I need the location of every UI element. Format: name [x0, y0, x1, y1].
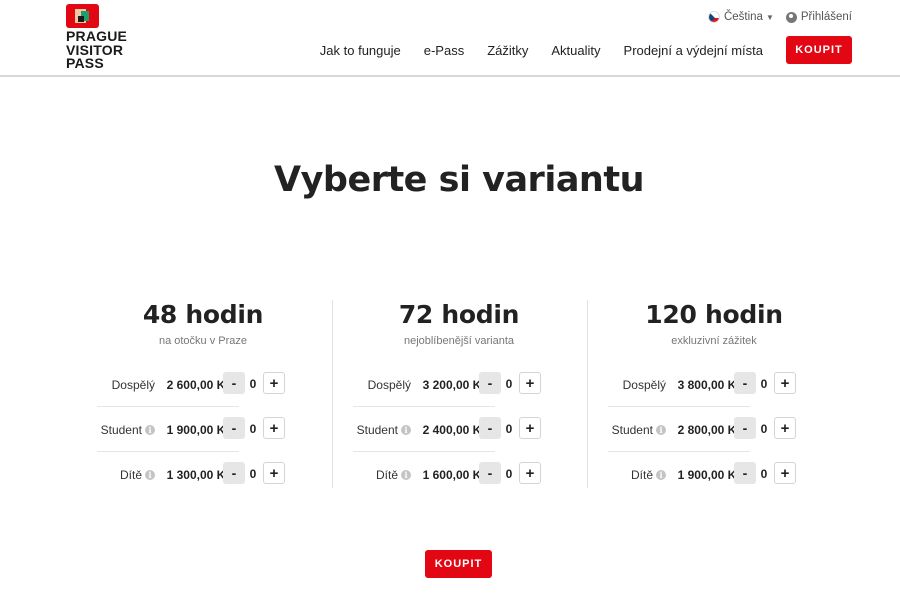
quantity-value: 0	[505, 377, 513, 391]
nav-item-sales-points[interactable]: Prodejní a výdejní místa	[624, 43, 763, 58]
buy-button[interactable]: KOUPIT	[425, 550, 492, 578]
logo-icon	[66, 4, 99, 28]
main-nav: Jak to funguje e-Pass Zážitky Aktuality …	[297, 36, 852, 64]
decrement-button[interactable]: -	[734, 372, 756, 394]
nav-item-epass[interactable]: e-Pass	[424, 43, 464, 58]
quantity-value: 0	[760, 422, 768, 436]
increment-button[interactable]: +	[774, 462, 796, 484]
variants-section: 48 hodin na otočku v Praze Dospělý 2 600…	[77, 300, 843, 488]
chevron-down-icon: ▼	[765, 12, 774, 22]
variant-subtitle: na otočku v Praze	[158, 335, 248, 347]
language-label: Čeština	[723, 11, 763, 23]
decrement-button[interactable]: -	[479, 372, 501, 394]
increment-button[interactable]: +	[519, 372, 541, 394]
increment-button[interactable]: +	[774, 417, 796, 439]
ticket-label: Dítě i	[631, 468, 666, 482]
decrement-button[interactable]: -	[734, 462, 756, 484]
quantity-value: 0	[249, 422, 257, 436]
info-icon[interactable]: i	[656, 470, 666, 480]
decrement-button[interactable]: -	[223, 462, 245, 484]
ticket-row-adult: Dospělý 3 800,00 Kč - 0 +	[588, 362, 818, 407]
ticket-label: Dospělý	[111, 378, 155, 392]
ticket-row-adult: Dospělý 2 600,00 Kč - 0 +	[77, 362, 307, 407]
increment-button[interactable]: +	[519, 462, 541, 484]
decrement-button[interactable]: -	[479, 417, 501, 439]
decrement-button[interactable]: -	[734, 417, 756, 439]
ticket-row-adult: Dospělý 3 200,00 Kč - 0 +	[333, 362, 563, 407]
quantity-value: 0	[760, 467, 768, 481]
ticket-row-child: Dítě i 1 900,00 Kč - 0 +	[588, 452, 818, 497]
ticket-row-child: Dítě i 1 600,00 Kč - 0 +	[333, 452, 563, 497]
quantity-value: 0	[249, 377, 257, 391]
ticket-row-student: Student i 2 400,00 Kč - 0 +	[333, 407, 563, 452]
quantity-value: 0	[760, 377, 768, 391]
info-icon[interactable]: i	[145, 470, 155, 480]
info-icon[interactable]: i	[145, 425, 155, 435]
ticket-label: Student i	[612, 423, 666, 437]
increment-button[interactable]: +	[263, 372, 285, 394]
variant-48h: 48 hodin na otočku v Praze Dospělý 2 600…	[77, 300, 332, 488]
ticket-label: Student i	[357, 423, 411, 437]
logo-text: PRAGUE VISITOR PASS	[66, 28, 128, 71]
variant-title: 48 hodin	[142, 300, 264, 329]
czech-flag-icon	[707, 11, 720, 23]
ticket-label: Student i	[101, 423, 155, 437]
increment-button[interactable]: +	[263, 462, 285, 484]
ticket-row-child: Dítě i 1 300,00 Kč - 0 +	[77, 452, 307, 497]
site-header: PRAGUE VISITOR PASS Čeština ▼ Přihlášení…	[0, 0, 900, 77]
increment-button[interactable]: +	[774, 372, 796, 394]
increment-button[interactable]: +	[519, 417, 541, 439]
info-icon[interactable]: i	[656, 425, 666, 435]
decrement-button[interactable]: -	[223, 417, 245, 439]
decrement-button[interactable]: -	[479, 462, 501, 484]
ticket-row-student: Student i 1 900,00 Kč - 0 +	[77, 407, 307, 452]
ticket-label: Dítě i	[376, 468, 411, 482]
increment-button[interactable]: +	[263, 417, 285, 439]
login-link[interactable]: Přihlášení	[785, 11, 852, 23]
variant-subtitle: nejoblíbenější varianta	[403, 335, 515, 347]
ticket-row-student: Student i 2 800,00 Kč - 0 +	[588, 407, 818, 452]
ticket-label: Dospělý	[622, 378, 666, 392]
prague-visitor-pass-logo[interactable]: PRAGUE VISITOR PASS	[65, 4, 155, 72]
variant-subtitle: exkluzivní zážitek	[671, 335, 757, 347]
top-bar: Čeština ▼ Přihlášení	[707, 9, 852, 25]
info-icon[interactable]: i	[401, 470, 411, 480]
variant-title: 120 hodin	[645, 300, 783, 329]
quantity-value: 0	[249, 467, 257, 481]
variant-120h: 120 hodin exkluzivní zážitek Dospělý 3 8…	[587, 300, 842, 488]
quantity-value: 0	[505, 422, 513, 436]
quantity-value: 0	[505, 467, 513, 481]
ticket-label: Dítě i	[120, 468, 155, 482]
info-icon[interactable]: i	[401, 425, 411, 435]
language-selector[interactable]: Čeština ▼	[707, 11, 774, 23]
nav-item-experiences[interactable]: Zážitky	[487, 43, 528, 58]
decrement-button[interactable]: -	[223, 372, 245, 394]
user-icon	[785, 11, 797, 23]
ticket-label: Dospělý	[367, 378, 411, 392]
nav-item-news[interactable]: Aktuality	[551, 43, 600, 58]
header-buy-button[interactable]: KOUPIT	[786, 36, 852, 64]
nav-item-how-it-works[interactable]: Jak to funguje	[320, 43, 401, 58]
login-label: Přihlášení	[800, 11, 852, 23]
variant-72h: 72 hodin nejoblíbenější varianta Dospělý…	[332, 300, 587, 488]
variant-title: 72 hodin	[398, 300, 520, 329]
page-title: Vyberte si variantu	[274, 160, 645, 200]
